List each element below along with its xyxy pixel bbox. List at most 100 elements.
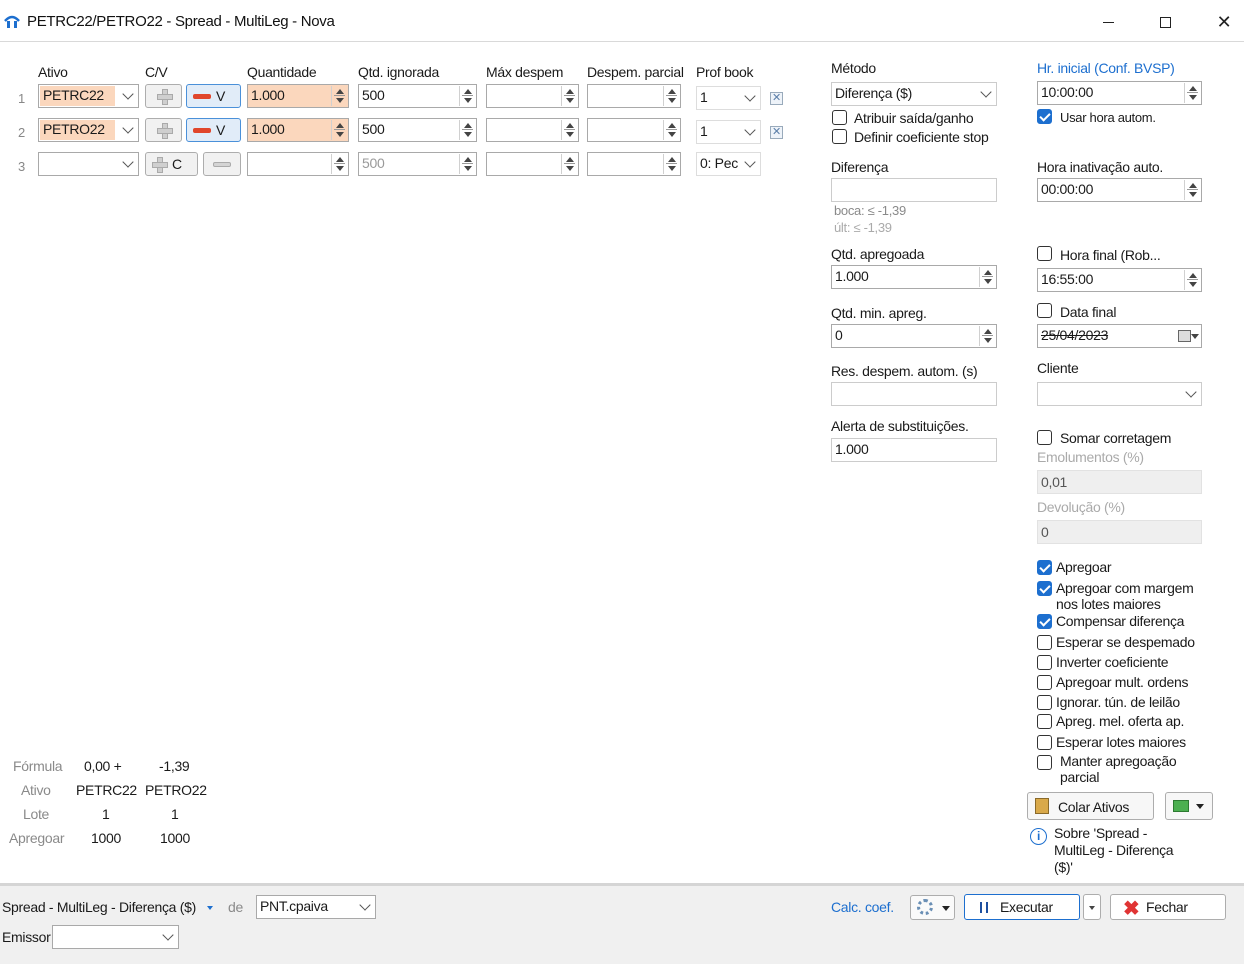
minimize-button[interactable] [1086,8,1130,36]
despem-parcial-input[interactable] [587,152,681,176]
hora-inativ-input[interactable]: 00:00:00 [1037,178,1202,202]
sobre-line2[interactable]: MultiLeg - Diferença [1054,842,1174,858]
spinner-icon[interactable] [663,120,679,140]
qtd-ignorada-input[interactable]: 500 [358,152,477,176]
opt-inverter-checkbox[interactable] [1037,655,1052,670]
calendar-icon[interactable] [1178,330,1191,342]
executar-button[interactable]: Executar [964,894,1080,920]
qtd-min-input[interactable]: 0 [831,324,997,348]
colar-ativos-button[interactable]: Colar Ativos [1027,792,1154,820]
close-window-button[interactable]: ✕ [1202,8,1244,36]
chevron-down-icon [744,124,756,136]
spinner-icon[interactable] [663,86,679,106]
chevron-down-icon [1185,386,1197,398]
calc-coef-link[interactable]: Calc. coef. [831,899,894,915]
side-label: C [172,156,182,172]
quantidade-input[interactable]: 1.000 [247,118,349,142]
usar-hora-checkbox[interactable] [1037,109,1052,124]
maximize-button[interactable] [1143,8,1187,36]
executar-dropdown-button[interactable] [1083,894,1101,920]
spinner-icon[interactable] [1184,270,1200,290]
settings-menu-button[interactable] [910,895,955,920]
prof-book-combo[interactable]: 1 [696,86,761,110]
data-final-input[interactable]: 25/04/2023 [1037,324,1202,348]
qtd-apregoada-input[interactable]: 1.000 [831,265,997,289]
max-despem-input[interactable] [486,118,579,142]
spinner-icon[interactable] [979,326,995,346]
opt-esperar-despemado-checkbox[interactable] [1037,635,1052,650]
dropdown-arrow-icon [1191,334,1199,339]
alerta-input[interactable]: 1.000 [831,438,997,462]
edit-menu-button[interactable] [1165,792,1213,820]
spinner-icon[interactable] [1184,180,1200,200]
qtd-ignorada-input[interactable]: 500 [358,118,477,142]
metodo-combo[interactable]: Diferença ($) [831,82,997,106]
strategy-dropdown-icon[interactable] [207,906,213,910]
ativo-combo[interactable]: PETRC22 [38,84,139,108]
emissor-combo[interactable] [52,925,179,949]
opt-apregoar-margem-checkbox[interactable] [1037,581,1052,596]
spinner-icon[interactable] [331,154,347,174]
max-despem-input[interactable] [486,152,579,176]
opt-mult-ordens-checkbox[interactable] [1037,675,1052,690]
spinner-icon[interactable] [561,120,577,140]
spinner-icon[interactable] [561,154,577,174]
sobre-line3[interactable]: ($)' [1054,859,1073,875]
hr-inicial-input[interactable]: 10:00:00 [1037,81,1202,105]
window-title: PETRC22/PETRO22 - Spread - MultiLeg - No… [27,13,335,30]
spinner-icon[interactable] [331,120,347,140]
hora-final-input[interactable]: 16:55:00 [1037,268,1202,292]
spinner-icon[interactable] [459,154,475,174]
somar-checkbox[interactable] [1037,430,1052,445]
chevron-down-icon [744,90,756,102]
remove-row-icon[interactable]: ✕ [770,92,783,105]
qtd-ignorada-input[interactable]: 500 [358,84,477,108]
data-final-checkbox[interactable] [1037,303,1052,318]
opt-ignorar-tunel-checkbox[interactable] [1037,695,1052,710]
hora-final-checkbox[interactable] [1037,246,1052,261]
ativo-combo[interactable]: PETRO22 [38,118,139,142]
opt-mel-oferta-checkbox[interactable] [1037,714,1052,729]
sobre-line1[interactable]: Sobre 'Spread - [1054,825,1147,841]
prof-book-combo[interactable]: 0: Pec [696,152,761,176]
cliente-label: Cliente [1037,360,1079,376]
opt-apregoar-checkbox[interactable] [1037,560,1052,575]
opt-compensar-checkbox[interactable] [1037,614,1052,629]
max-despem-input[interactable] [486,84,579,108]
dropdown-arrow-icon [942,906,950,911]
chevron-down-icon [744,156,756,168]
definir-coef-checkbox[interactable] [832,129,847,144]
atribuir-checkbox[interactable] [832,110,847,125]
spinner-icon[interactable] [561,86,577,106]
ativo-combo[interactable] [38,152,139,176]
sell-button[interactable]: V [186,84,241,108]
quantidade-input[interactable] [247,152,349,176]
remove-row-icon[interactable]: ✕ [770,126,783,139]
diferenca-input[interactable] [831,178,997,202]
cliente-combo[interactable] [1037,382,1202,406]
buy-button[interactable] [145,84,182,108]
hr-inicial-label[interactable]: Hr. inicial (Conf. BVSP) [1037,60,1175,76]
buy-button[interactable] [145,118,182,142]
spinner-icon[interactable] [1184,83,1200,103]
spinner-icon[interactable] [663,154,679,174]
spinner-icon[interactable] [459,120,475,140]
spinner-icon[interactable] [979,267,995,287]
res-despem-input[interactable] [831,382,997,406]
despem-parcial-input[interactable] [587,118,681,142]
fechar-button[interactable]: ✖ Fechar [1110,894,1226,920]
opt-manter-checkbox[interactable] [1037,755,1052,770]
edit-icon [1173,800,1189,812]
spinner-icon[interactable] [459,86,475,106]
opt-esperar-lotes-checkbox[interactable] [1037,735,1052,750]
hr-inicial-value: 10:00:00 [1041,84,1094,100]
spinner-icon[interactable] [331,86,347,106]
account-combo[interactable]: PNT.cpaiva [256,895,376,919]
sell-button[interactable]: V [186,118,241,142]
buy-button[interactable]: C [145,152,198,176]
prof-book-combo[interactable]: 1 [696,120,761,144]
despem-parcial-input[interactable] [587,84,681,108]
quantidade-input[interactable]: 1.000 [247,84,349,108]
gear-icon [917,899,933,915]
sell-button[interactable] [203,152,241,176]
